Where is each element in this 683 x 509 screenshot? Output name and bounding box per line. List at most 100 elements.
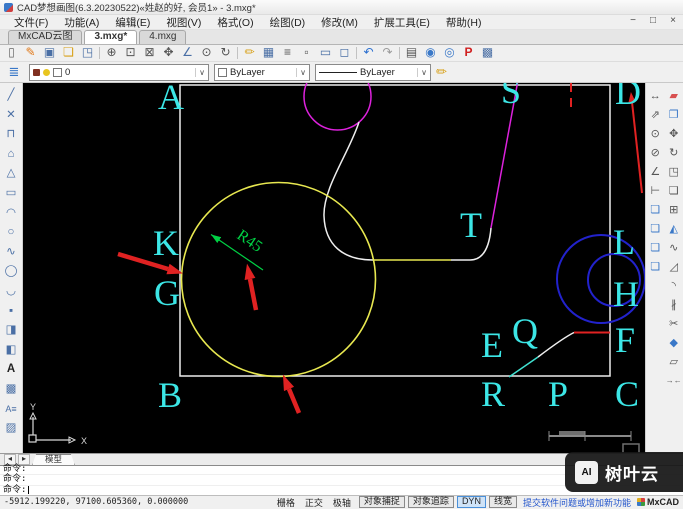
new-file-icon[interactable]: ▯ bbox=[2, 45, 21, 61]
viewport-b-icon[interactable]: ❏ bbox=[646, 220, 664, 239]
viewport-c-icon[interactable]: ❏ bbox=[646, 239, 664, 258]
menu-edit[interactable]: 编辑(E) bbox=[107, 15, 158, 30]
minimize-button[interactable]: − bbox=[626, 15, 640, 26]
menu-draw[interactable]: 绘图(D) bbox=[262, 15, 314, 30]
rectangle-tool-icon[interactable]: ▭ bbox=[1, 184, 21, 204]
hatch-tool-icon[interactable]: ▨ bbox=[1, 419, 21, 439]
arc-tool-icon[interactable]: ◠ bbox=[1, 204, 21, 224]
quick-edit-pencil-icon[interactable]: ✏ bbox=[436, 64, 447, 80]
toggle-ortho[interactable]: 正交 bbox=[305, 496, 323, 509]
mirror-icon[interactable]: ◭ bbox=[665, 220, 683, 239]
pan-icon[interactable]: ✥ bbox=[159, 45, 178, 61]
text-style-icon[interactable]: ≡ bbox=[278, 45, 297, 61]
insert-image-icon[interactable]: ▩ bbox=[478, 45, 497, 61]
tab-3mxg[interactable]: 3.mxg* bbox=[84, 30, 137, 44]
save-icon[interactable]: ▣ bbox=[40, 45, 59, 61]
dim-diameter-icon[interactable]: ⊘ bbox=[646, 144, 664, 163]
dim-aligned-icon[interactable]: ⇗ bbox=[646, 106, 664, 125]
layer-select[interactable]: 0 ∨ bbox=[29, 64, 209, 81]
display-settings-icon[interactable]: ▭ bbox=[316, 45, 335, 61]
polygon-tool-icon[interactable]: ⌂ bbox=[1, 145, 21, 165]
join-icon[interactable]: →← bbox=[665, 372, 683, 391]
toggle-dyn[interactable]: DYN bbox=[457, 496, 486, 508]
polyline-tool-icon[interactable]: ⊓ bbox=[1, 125, 21, 145]
offset-icon[interactable]: ❏ bbox=[665, 182, 683, 201]
image-tool-icon[interactable]: ▩ bbox=[1, 380, 21, 400]
dim-radius-icon[interactable]: ⊙ bbox=[646, 125, 664, 144]
array-icon[interactable]: ⊞ bbox=[665, 201, 683, 220]
scale-icon[interactable]: ◳ bbox=[665, 163, 683, 182]
zoom-in-icon[interactable]: ⊕ bbox=[102, 45, 121, 61]
curve-edit-icon[interactable]: ∿ bbox=[665, 239, 683, 258]
layers-icon[interactable]: ≣ bbox=[4, 64, 24, 80]
page-setup-icon[interactable]: ▫ bbox=[297, 45, 316, 61]
point-tool-icon[interactable]: ▪ bbox=[1, 302, 21, 322]
computer-sync-icon[interactable]: ◻ bbox=[335, 45, 354, 61]
menu-modify[interactable]: 修改(M) bbox=[313, 15, 366, 30]
print-icon[interactable]: ▤ bbox=[402, 45, 421, 61]
toggle-lineweight[interactable]: 线宽 bbox=[489, 496, 517, 508]
spline-tool-icon[interactable]: ∿ bbox=[1, 243, 21, 263]
color-select[interactable]: ByLayer ∨ bbox=[214, 64, 310, 81]
polygon-inscribed-tool-icon[interactable]: △ bbox=[1, 164, 21, 184]
copy-icon[interactable]: ❐ bbox=[665, 106, 683, 125]
toggle-grid[interactable]: 栅格 bbox=[277, 496, 295, 509]
dim-linear-icon[interactable]: ↔ bbox=[646, 87, 664, 106]
linetype-select[interactable]: ByLayer ∨ bbox=[315, 64, 431, 81]
create-block-tool-icon[interactable]: ◧ bbox=[1, 341, 21, 361]
dim-continue-icon[interactable]: ⊢ bbox=[646, 182, 664, 201]
menu-view[interactable]: 视图(V) bbox=[158, 15, 209, 30]
ellipse-tool-icon[interactable]: ◯ bbox=[1, 262, 21, 282]
undo-icon[interactable]: ↶ bbox=[359, 45, 378, 61]
fillet-icon[interactable]: ◝ bbox=[665, 277, 683, 296]
model-tab[interactable]: 模型 bbox=[32, 454, 75, 466]
toggle-osnap[interactable]: 对象捕捉 bbox=[359, 496, 405, 508]
viewport-a-icon[interactable]: ❏ bbox=[646, 201, 664, 220]
tab-mxcad-cloud[interactable]: MxCAD云图 bbox=[8, 30, 82, 44]
menu-extended-tools[interactable]: 扩展工具(E) bbox=[366, 15, 438, 30]
close-button[interactable]: × bbox=[666, 15, 680, 26]
viewport-d-icon[interactable]: ❏ bbox=[646, 258, 664, 277]
toggle-polar[interactable]: 极轴 bbox=[333, 496, 351, 509]
break-icon[interactable]: ∦ bbox=[665, 296, 683, 315]
stretch-icon[interactable]: ▱ bbox=[665, 353, 683, 372]
construction-line-tool-icon[interactable]: ✕ bbox=[1, 106, 21, 126]
revision-arc-tool-icon[interactable]: ◡ bbox=[1, 282, 21, 302]
save-as-icon[interactable]: ◳ bbox=[78, 45, 97, 61]
zoom-extents-icon[interactable]: ⊠ bbox=[140, 45, 159, 61]
menu-help[interactable]: 帮助(H) bbox=[438, 15, 490, 30]
chamfer-icon[interactable]: ◿ bbox=[665, 258, 683, 277]
menu-function[interactable]: 功能(A) bbox=[56, 15, 107, 30]
trim-icon[interactable]: ✂ bbox=[665, 315, 683, 334]
insert-block-tool-icon[interactable]: ◨ bbox=[1, 321, 21, 341]
table-icon[interactable]: ▦ bbox=[259, 45, 278, 61]
rotate-view-icon[interactable]: ↻ bbox=[216, 45, 235, 61]
drawing-canvas[interactable]: R45 Y X bbox=[23, 83, 645, 453]
open-folder-icon[interactable]: ❏ bbox=[59, 45, 78, 61]
web-map-icon[interactable]: ◎ bbox=[440, 45, 459, 61]
toggle-otrack[interactable]: 对象追踪 bbox=[408, 496, 454, 508]
redo-icon[interactable]: ↷ bbox=[378, 45, 397, 61]
move-icon[interactable]: ✥ bbox=[665, 125, 683, 144]
mxcad-brand-text: MxCAD bbox=[647, 497, 679, 507]
text-tool-icon[interactable]: A bbox=[1, 360, 21, 380]
menu-format[interactable]: 格式(O) bbox=[209, 15, 261, 30]
mtext-tool-icon[interactable]: A≡ bbox=[1, 400, 21, 420]
export-pdf-icon[interactable]: P bbox=[459, 45, 478, 61]
feedback-link[interactable]: 提交软件问题或增加新功能 bbox=[523, 496, 631, 509]
maximize-button[interactable]: □ bbox=[646, 15, 660, 26]
erase-icon[interactable]: ▰ bbox=[665, 87, 683, 106]
explode-icon[interactable]: ◆ bbox=[665, 334, 683, 353]
circle-tool-icon[interactable]: ○ bbox=[1, 223, 21, 243]
draw-pencil-icon[interactable]: ✏ bbox=[240, 45, 259, 61]
web-publish-icon[interactable]: ◉ bbox=[421, 45, 440, 61]
zoom-object-icon[interactable]: ⊙ bbox=[197, 45, 216, 61]
dim-angular-icon[interactable]: ∠ bbox=[646, 163, 664, 182]
sketch-save-icon[interactable]: ✎ bbox=[21, 45, 40, 61]
line-tool-icon[interactable]: ╱ bbox=[1, 86, 21, 106]
zoom-window-icon[interactable]: ⊡ bbox=[121, 45, 140, 61]
tab-4mxg[interactable]: 4.mxg bbox=[139, 30, 186, 44]
rotate-icon[interactable]: ↻ bbox=[665, 144, 683, 163]
measure-angle-icon[interactable]: ∠ bbox=[178, 45, 197, 61]
menu-file[interactable]: 文件(F) bbox=[6, 15, 56, 30]
